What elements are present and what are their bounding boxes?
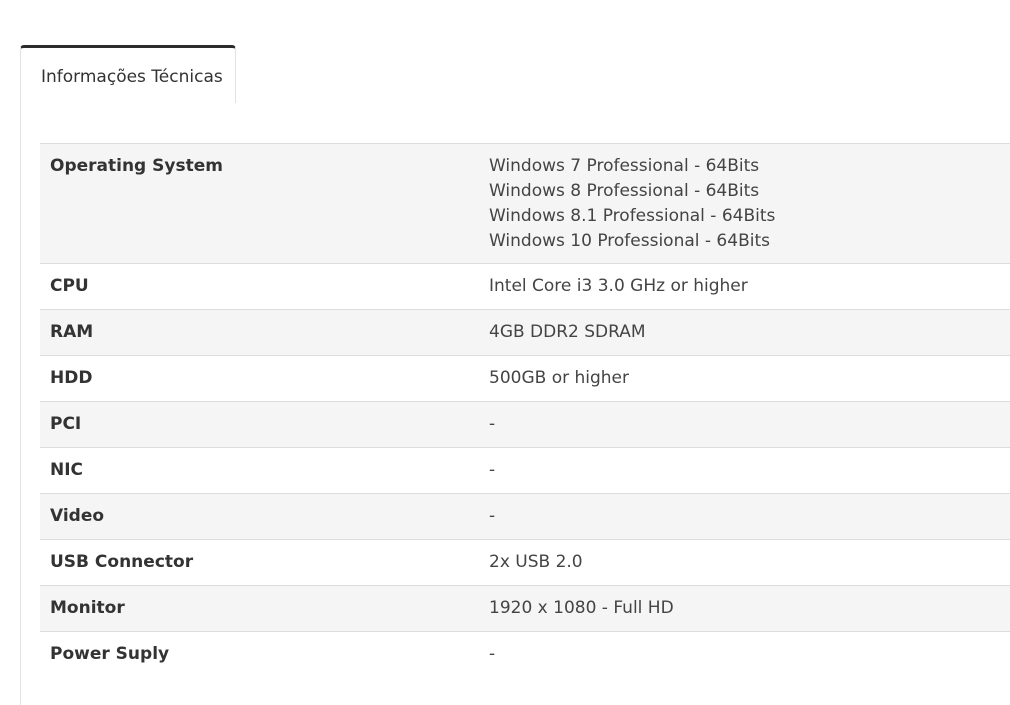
table-row: Power Suply - (40, 631, 1010, 678)
spec-value-line: 1920 x 1080 - Full HD (489, 598, 674, 618)
spec-value-line: - (489, 460, 496, 480)
spec-value-line: - (489, 506, 496, 526)
spec-value-line: Windows 8 Professional - 64Bits (489, 181, 760, 201)
spec-key: NIC (50, 460, 84, 480)
spec-value: - (479, 402, 1010, 448)
spec-key: CPU (50, 276, 89, 296)
table-row: USB Connector 2x USB 2.0 (40, 539, 1010, 586)
spec-table: Operating System Windows 7 Professional … (40, 143, 1010, 677)
spec-value-line: - (489, 414, 496, 434)
spec-value-line: Windows 7 Professional - 64Bits (489, 156, 760, 176)
spec-value: Windows 7 Professional - 64Bits Windows … (479, 144, 1010, 264)
spec-value: 2x USB 2.0 (479, 540, 1010, 586)
tab-label: Informações Técnicas (41, 67, 223, 87)
spec-value-line: - (489, 644, 496, 664)
spec-table-body: Operating System Windows 7 Professional … (40, 143, 1010, 678)
table-row: Video - (40, 493, 1010, 540)
spec-value-line: 4GB DDR2 SDRAM (489, 322, 646, 342)
spec-value: - (479, 632, 1010, 678)
spec-value: Intel Core i3 3.0 GHz or higher (479, 264, 1010, 310)
spec-value: - (479, 494, 1010, 540)
spec-key: Video (50, 506, 105, 526)
tab-informacoes-tecnicas[interactable]: Informações Técnicas (20, 45, 236, 103)
spec-value-line: Windows 8.1 Professional - 64Bits (489, 206, 776, 226)
spec-key: Monitor (50, 598, 125, 618)
spec-value-line: Intel Core i3 3.0 GHz or higher (489, 276, 748, 296)
spec-value-line: Windows 10 Professional - 64Bits (489, 231, 770, 251)
spec-value: 500GB or higher (479, 356, 1010, 402)
spec-value: 1920 x 1080 - Full HD (479, 586, 1010, 632)
tech-specs-page: Informações Técnicas Operating System Wi… (0, 0, 1010, 705)
spec-value: - (479, 448, 1010, 494)
table-row: NIC - (40, 447, 1010, 494)
spec-value-line: 2x USB 2.0 (489, 552, 583, 572)
table-row: Operating System Windows 7 Professional … (40, 143, 1010, 264)
table-row: CPU Intel Core i3 3.0 GHz or higher (40, 263, 1010, 310)
table-row: RAM 4GB DDR2 SDRAM (40, 309, 1010, 356)
spec-value: 4GB DDR2 SDRAM (479, 310, 1010, 356)
spec-key: USB Connector (50, 552, 194, 572)
spec-key: Power Suply (50, 644, 170, 664)
table-row: PCI - (40, 401, 1010, 448)
spec-value-line: 500GB or higher (489, 368, 629, 388)
table-row: Monitor 1920 x 1080 - Full HD (40, 585, 1010, 632)
spec-key: Operating System (50, 156, 223, 176)
table-row: HDD 500GB or higher (40, 355, 1010, 402)
spec-key: PCI (50, 414, 82, 434)
spec-key: HDD (50, 368, 93, 388)
spec-key: RAM (50, 322, 94, 342)
